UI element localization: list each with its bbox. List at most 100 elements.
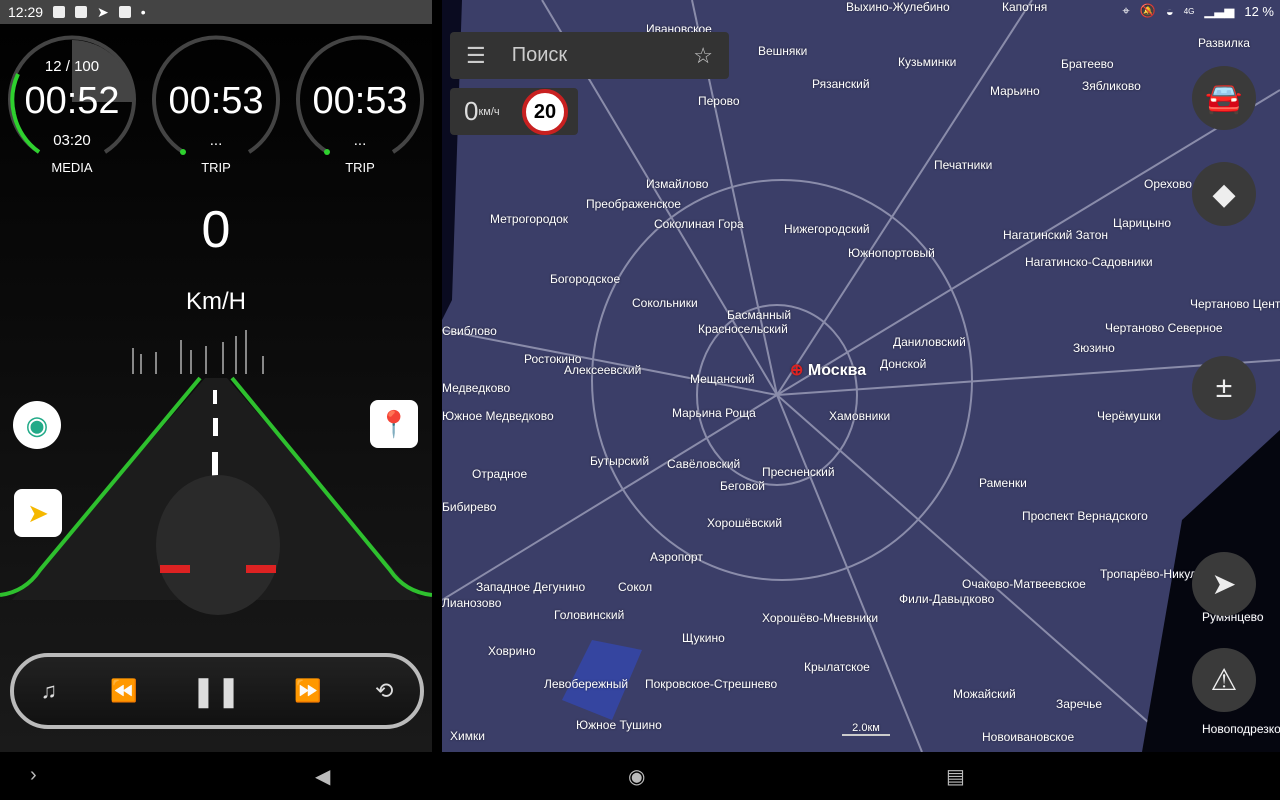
map-label[interactable]: Орехово [1144, 177, 1192, 191]
gauge-1[interactable]: 12 / 100 00:52 03:20 MEDIA [4, 34, 140, 175]
car-icon: 🚘 [1205, 81, 1243, 115]
map-label[interactable]: Фили-Давыдково [899, 592, 994, 606]
star-icon[interactable]: ☆ [693, 43, 713, 69]
gauge-label: MEDIA [51, 160, 93, 175]
app-navigator-icon[interactable]: ◉ [13, 401, 61, 449]
map-label[interactable]: Метрогородок [490, 212, 568, 226]
map-label[interactable]: Красносельский [698, 322, 788, 336]
map-label[interactable]: Хорошёво-Мневники [762, 611, 878, 625]
map-label[interactable]: Рязанский [812, 77, 870, 91]
map-label[interactable]: Богородское [550, 272, 620, 286]
map-view[interactable]: Вешняки Рязанский Кузьминки Братеево Зяблико… [442, 0, 1280, 752]
map-label[interactable]: Сокол [618, 580, 652, 594]
map-label[interactable]: Южное Медведково [442, 409, 554, 423]
map-label[interactable]: Головинский [554, 608, 624, 622]
map-label[interactable]: Кузьминки [898, 55, 956, 69]
map-label[interactable]: Даниловский [893, 335, 966, 349]
map-label[interactable]: Сокольники [632, 296, 698, 310]
map-label[interactable]: Химки [450, 729, 485, 743]
map-label[interactable]: Свиблово [442, 324, 497, 338]
map-label[interactable]: Новоподрезково [1202, 722, 1280, 736]
menu-icon[interactable]: ☰ [466, 43, 486, 69]
map-label[interactable]: Вешняки [758, 44, 807, 58]
map-label[interactable]: Бутырский [590, 454, 649, 468]
map-label[interactable]: Марьина Роща [672, 406, 756, 420]
fast-forward-icon[interactable]: ⏩ [294, 678, 321, 704]
map-label[interactable]: Чертаново Центр [1190, 297, 1280, 311]
map-label[interactable]: Заречье [1056, 697, 1102, 711]
map-label[interactable]: Донской [880, 357, 926, 371]
zoom-button[interactable]: ± [1192, 356, 1256, 420]
gauge-2[interactable]: 00:53... TRIP [148, 34, 284, 175]
map-label[interactable]: Новоивановское [982, 730, 1074, 744]
map-label[interactable]: Лианозово [442, 596, 501, 610]
map-label[interactable]: Раменки [979, 476, 1027, 490]
compass-button[interactable]: ◆ [1192, 162, 1256, 226]
map-label[interactable]: Левобережный [544, 677, 628, 691]
map-label[interactable]: Преображенское [586, 197, 681, 211]
map-label[interactable]: Зябликово [1082, 79, 1141, 93]
map-scale: 2.0км [842, 722, 890, 736]
map-label[interactable]: Можайский [953, 687, 1016, 701]
home-icon[interactable]: ◉ [628, 764, 645, 789]
traffic-button[interactable]: 🚘 [1192, 66, 1256, 130]
map-label[interactable]: Печатники [934, 158, 992, 172]
battery-icon [53, 6, 66, 18]
map-label[interactable]: Нижегородский [784, 222, 870, 236]
repeat-icon[interactable]: ⟲ [375, 678, 393, 704]
back-icon[interactable]: ◀ [315, 764, 330, 789]
map-label[interactable]: Соколиная Гора [654, 217, 744, 231]
pause-icon[interactable]: ❚❚ [191, 674, 241, 709]
map-label[interactable]: Капотня [1002, 0, 1047, 14]
map-label[interactable]: Южное Тушино [576, 718, 662, 732]
map-label[interactable]: Щукино [682, 631, 725, 645]
my-location-button[interactable]: ➤ [1192, 552, 1256, 616]
map-label[interactable]: Отрадное [472, 467, 527, 481]
map-label[interactable]: Очаково-Матвеевское [962, 577, 1086, 591]
gauge-3[interactable]: 00:53... TRIP [292, 34, 428, 175]
gauge-time: 00:53 [312, 80, 408, 122]
map-label[interactable]: Выхино-Жулебино [846, 0, 950, 14]
map-label[interactable]: Аэропорт [650, 550, 703, 564]
rewind-icon[interactable]: ⏪ [110, 678, 137, 704]
map-label[interactable]: Западное Дегунино [476, 580, 585, 594]
map-label[interactable]: Алексеевский [564, 363, 641, 377]
map-label[interactable]: Южнопортовый [848, 246, 935, 260]
map-label[interactable]: Марьино [990, 84, 1040, 98]
speed-limit-sign: 20 [522, 89, 568, 135]
map-label[interactable]: Крылатское [804, 660, 870, 674]
report-button[interactable]: ⚠ [1192, 648, 1256, 712]
map-label[interactable]: Медведково [442, 381, 510, 395]
map-label[interactable]: Хамовники [829, 409, 890, 423]
map-label[interactable]: Беговой [720, 479, 765, 493]
map-label[interactable]: Царицыно [1113, 216, 1171, 230]
map-label[interactable]: Савёловский [667, 457, 740, 471]
map-label[interactable]: Развилка [1198, 36, 1250, 50]
search-input[interactable]: Поиск [512, 44, 694, 67]
music-note-icon[interactable]: ♫ [41, 678, 58, 704]
search-bar[interactable]: ☰ Поиск ☆ [450, 32, 729, 79]
map-label[interactable]: Чертаново Северное [1105, 321, 1223, 335]
chevron-right-icon[interactable]: › [30, 764, 37, 787]
recents-icon[interactable]: ▤ [946, 764, 965, 789]
map-label[interactable]: Нагатинский Затон [1003, 228, 1108, 242]
map-label[interactable]: Измайлово [646, 177, 708, 191]
map-label[interactable]: Проспект Вернадского [1022, 509, 1148, 523]
map-label[interactable]: Пресненский [762, 465, 835, 479]
speed-value: 0 [201, 201, 231, 259]
app-yandex-navi-icon[interactable]: ➤ [14, 489, 62, 537]
map-label[interactable]: Перово [698, 94, 740, 108]
map-label[interactable]: Зюзино [1073, 341, 1115, 355]
map-label[interactable]: Покровское-Стрешнево [645, 677, 777, 691]
map-label[interactable]: Нагатинско-Садовники [1025, 255, 1153, 269]
media-player: ♫ ⏪ ❚❚ ⏩ ⟲ [10, 653, 424, 729]
map-label[interactable]: Ховрино [488, 644, 536, 658]
map-label[interactable]: Мещанский [690, 372, 755, 386]
map-label[interactable]: Хорошёвский [707, 516, 782, 530]
map-label[interactable]: Бибирево [442, 500, 496, 514]
map-label[interactable]: Братеево [1061, 57, 1114, 71]
split-divider[interactable] [432, 0, 442, 752]
app-google-maps-icon[interactable]: 📍 [370, 400, 418, 448]
map-label[interactable]: Черёмушки [1097, 409, 1161, 423]
map-label[interactable]: Басманный [727, 308, 791, 322]
